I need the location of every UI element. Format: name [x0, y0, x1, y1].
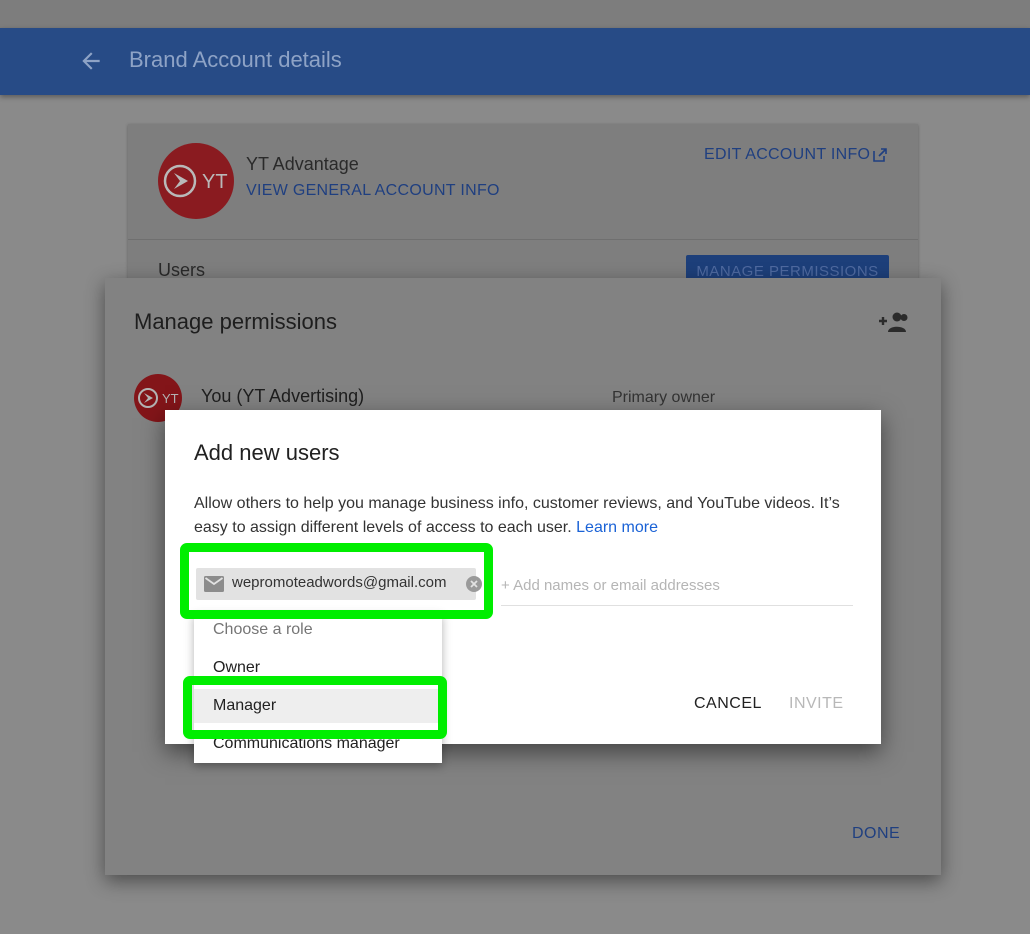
- page-title: Brand Account details: [129, 47, 342, 72]
- highlight-email-chip: [180, 543, 493, 619]
- edit-account-info-link[interactable]: EDIT ACCOUNT INFO: [704, 146, 870, 164]
- input-underline: [501, 605, 853, 606]
- done-button[interactable]: DONE: [852, 825, 900, 843]
- owner-role: Primary owner: [612, 389, 716, 406]
- dialog-title: Add new users: [194, 440, 340, 465]
- card-divider: [128, 239, 918, 240]
- add-users-input[interactable]: [501, 572, 851, 598]
- dialog-title: Manage permissions: [134, 309, 337, 334]
- account-name: YT Advantage: [246, 154, 359, 174]
- logo-text: YT: [202, 171, 228, 193]
- top-strip: [0, 0, 1030, 28]
- open-in-new-icon[interactable]: [873, 148, 887, 162]
- account-logo: YT: [158, 143, 234, 219]
- invite-button[interactable]: INVITE: [789, 695, 844, 713]
- view-account-info-link[interactable]: VIEW GENERAL ACCOUNT INFO: [246, 182, 500, 200]
- back-arrow-icon[interactable]: [78, 48, 104, 74]
- description-text: Allow others to help you manage business…: [194, 495, 840, 536]
- cancel-button[interactable]: CANCEL: [694, 695, 762, 713]
- avatar-text: YT: [162, 391, 179, 406]
- add-user-icon[interactable]: [877, 310, 909, 334]
- dialog-description: Allow others to help you manage business…: [194, 492, 864, 540]
- highlight-manager-option: [183, 676, 447, 739]
- owner-name: You (YT Advertising): [201, 386, 365, 406]
- learn-more-link[interactable]: Learn more: [576, 519, 658, 536]
- app-bar: Brand Account details: [0, 28, 1030, 95]
- yt-logo-icon: YT: [163, 164, 228, 198]
